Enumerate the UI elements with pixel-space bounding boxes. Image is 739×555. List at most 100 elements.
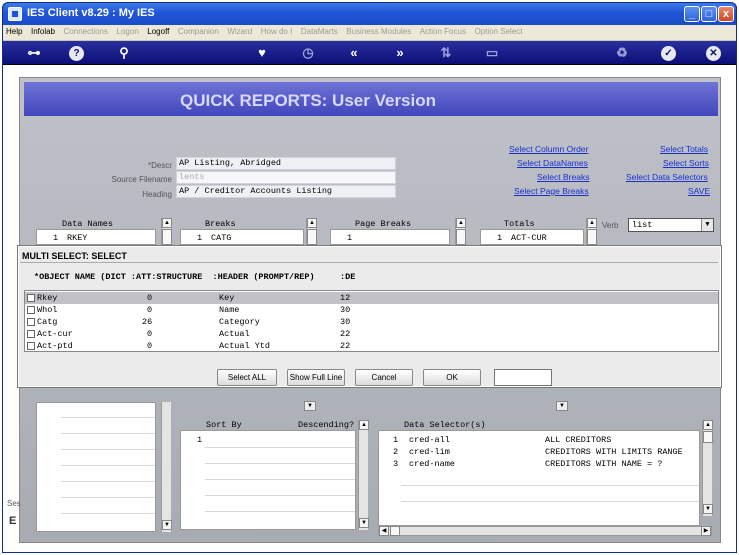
totals-list[interactable]: 1 ACT-CUR bbox=[480, 229, 584, 245]
scroll-thumb[interactable] bbox=[587, 229, 597, 245]
select-totals-link[interactable]: Select Totals bbox=[660, 144, 708, 154]
row-checkbox[interactable] bbox=[27, 342, 35, 350]
scroll-thumb[interactable] bbox=[390, 526, 400, 536]
verb-select[interactable]: list ▼ bbox=[628, 218, 714, 232]
list-item[interactable]: cred-name bbox=[409, 459, 455, 469]
row-checkbox[interactable] bbox=[27, 306, 35, 314]
table-row[interactable]: Catg 26 Category 30 bbox=[25, 316, 718, 328]
object-grid[interactable]: Rkey 0 Key 12 Whol 0 Name 30 Catg 26 Cat… bbox=[24, 290, 719, 352]
chevron-down-icon[interactable]: ▼ bbox=[304, 401, 316, 411]
cancel-button[interactable]: Cancel bbox=[355, 369, 413, 386]
select-datanames-link[interactable]: Select DataNames bbox=[517, 158, 588, 168]
table-row[interactable]: Rkey 0 Key 12 bbox=[25, 292, 718, 304]
scroll-left-icon[interactable]: ◀ bbox=[379, 526, 389, 536]
ok-icon[interactable]: ✓ bbox=[661, 46, 676, 61]
scroll-up-icon[interactable]: ▲ bbox=[703, 420, 713, 430]
menu-help[interactable]: Help bbox=[3, 25, 25, 36]
save-link[interactable]: SAVE bbox=[688, 186, 710, 196]
menu-option-select[interactable]: Option Select bbox=[471, 25, 525, 36]
breaks-list[interactable]: 1 CATG bbox=[180, 229, 304, 245]
list-item[interactable]: RKEY bbox=[67, 232, 87, 244]
scroll-up-icon[interactable]: ▲ bbox=[162, 218, 172, 228]
breaks-scrollbar[interactable]: ▲ bbox=[306, 218, 317, 246]
back-icon[interactable]: « bbox=[345, 44, 363, 62]
chevron-down-icon[interactable]: ▼ bbox=[701, 219, 713, 231]
page-breaks-list[interactable]: 1 bbox=[330, 229, 450, 245]
data-names-list-lower[interactable] bbox=[36, 402, 156, 532]
page-breaks-scrollbar[interactable]: ▲ bbox=[455, 218, 466, 246]
list-item[interactable]: cred-lim bbox=[409, 447, 450, 457]
table-row[interactable]: Act-ptd 0 Actual Ytd 22 bbox=[25, 340, 718, 352]
chevron-down-icon[interactable]: ▼ bbox=[556, 401, 568, 411]
scroll-right-icon[interactable]: ▶ bbox=[701, 526, 711, 536]
totals-scrollbar[interactable]: ▲ bbox=[586, 218, 597, 246]
scroll-down-icon[interactable]: ▼ bbox=[359, 518, 369, 528]
select-sorts-link[interactable]: Select Sorts bbox=[663, 158, 709, 168]
list-item-num: 3 bbox=[393, 459, 399, 469]
menu-datamarts[interactable]: DataMarts bbox=[298, 25, 341, 36]
menu-infolab[interactable]: Infolab bbox=[28, 25, 58, 36]
sort-icon[interactable]: ⇅ bbox=[437, 44, 455, 62]
help-icon[interactable]: ? bbox=[69, 46, 84, 61]
scroll-thumb[interactable] bbox=[703, 431, 713, 443]
heart-icon[interactable]: ♥ bbox=[253, 44, 271, 62]
menu-business-modules[interactable]: Business Modules bbox=[343, 25, 414, 36]
close-icon[interactable]: ✕ bbox=[706, 46, 721, 61]
row-checkbox[interactable] bbox=[27, 330, 35, 338]
scroll-up-icon[interactable]: ▲ bbox=[307, 218, 317, 228]
row-checkbox[interactable] bbox=[27, 318, 35, 326]
minimize-button[interactable]: _ bbox=[684, 6, 700, 22]
menu-wizard[interactable]: Wizard bbox=[224, 25, 255, 36]
menu-logoff[interactable]: Logoff bbox=[144, 25, 172, 36]
forward-icon[interactable]: » bbox=[391, 44, 409, 62]
table-row[interactable]: Whol 0 Name 30 bbox=[25, 304, 718, 316]
scroll-up-icon[interactable]: ▲ bbox=[456, 218, 466, 228]
data-selectors-list[interactable]: 1 cred-all ALL CREDITORS 2 cred-lim CRED… bbox=[378, 430, 700, 526]
data-names-list[interactable]: 1 RKEY bbox=[36, 229, 156, 245]
menu-how-do-i[interactable]: How do I bbox=[258, 25, 296, 36]
object-length: 30 bbox=[340, 317, 351, 327]
source-filename-field[interactable]: lents bbox=[176, 171, 396, 184]
select-breaks-link[interactable]: Select Breaks bbox=[537, 172, 589, 182]
menu-companion[interactable]: Companion bbox=[175, 25, 222, 36]
key-icon[interactable]: ⊶ bbox=[23, 44, 45, 62]
recycle-icon[interactable]: ♻ bbox=[613, 44, 631, 62]
scroll-down-icon[interactable]: ▼ bbox=[703, 504, 713, 514]
scroll-down-icon[interactable]: ▼ bbox=[162, 520, 172, 530]
scroll-thumb[interactable] bbox=[162, 229, 172, 245]
list-item[interactable]: cred-all bbox=[409, 435, 450, 445]
ok-button[interactable]: OK bbox=[423, 369, 481, 386]
copy-icon[interactable]: ▭ bbox=[483, 44, 501, 62]
list-item[interactable]: CATG bbox=[211, 232, 231, 244]
data-names-scrollbar[interactable]: ▲ bbox=[161, 218, 172, 246]
scroll-thumb[interactable] bbox=[456, 229, 466, 245]
heading-field[interactable]: AP / Creditor Accounts Listing bbox=[176, 185, 396, 198]
data-names-lower-scrollbar[interactable]: ▼ bbox=[161, 402, 172, 532]
descr-field[interactable]: AP Listing, Abridged bbox=[176, 157, 396, 170]
sort-scrollbar[interactable]: ▲ ▼ bbox=[358, 420, 369, 530]
select-all-button[interactable]: Select ALL bbox=[217, 369, 277, 386]
show-full-line-button[interactable]: Show Full Line bbox=[287, 369, 345, 386]
descending-label: Descending? bbox=[298, 420, 355, 430]
clock-icon[interactable]: ◷ bbox=[299, 44, 317, 62]
row-checkbox[interactable] bbox=[27, 294, 35, 302]
maximize-button[interactable]: □ bbox=[701, 6, 717, 22]
scroll-thumb[interactable] bbox=[307, 229, 317, 245]
table-row[interactable]: Act-cur 0 Actual 22 bbox=[25, 328, 718, 340]
data-selectors-hscrollbar[interactable]: ◀ ▶ bbox=[378, 526, 712, 536]
list-item[interactable]: ACT-CUR bbox=[511, 232, 547, 244]
menu-action-focus[interactable]: Action Focus bbox=[417, 25, 469, 36]
list-item-num: 1 bbox=[393, 435, 399, 445]
data-selectors-scrollbar[interactable]: ▲ ▼ bbox=[702, 420, 713, 516]
menu-logon[interactable]: Logon bbox=[114, 25, 142, 36]
search-icon[interactable]: ⚲ bbox=[115, 44, 133, 62]
dialog-input[interactable] bbox=[494, 369, 552, 386]
select-column-order-link[interactable]: Select Column Order bbox=[509, 144, 588, 154]
menu-connections[interactable]: Connections bbox=[61, 25, 111, 36]
sort-by-list[interactable]: 1 bbox=[180, 430, 356, 530]
scroll-up-icon[interactable]: ▲ bbox=[359, 420, 369, 430]
select-page-breaks-link[interactable]: Select Page Breaks bbox=[514, 186, 589, 196]
select-data-selectors-link[interactable]: Select Data Selectors bbox=[626, 172, 708, 182]
scroll-up-icon[interactable]: ▲ bbox=[587, 218, 597, 228]
close-button[interactable]: x bbox=[718, 6, 734, 22]
